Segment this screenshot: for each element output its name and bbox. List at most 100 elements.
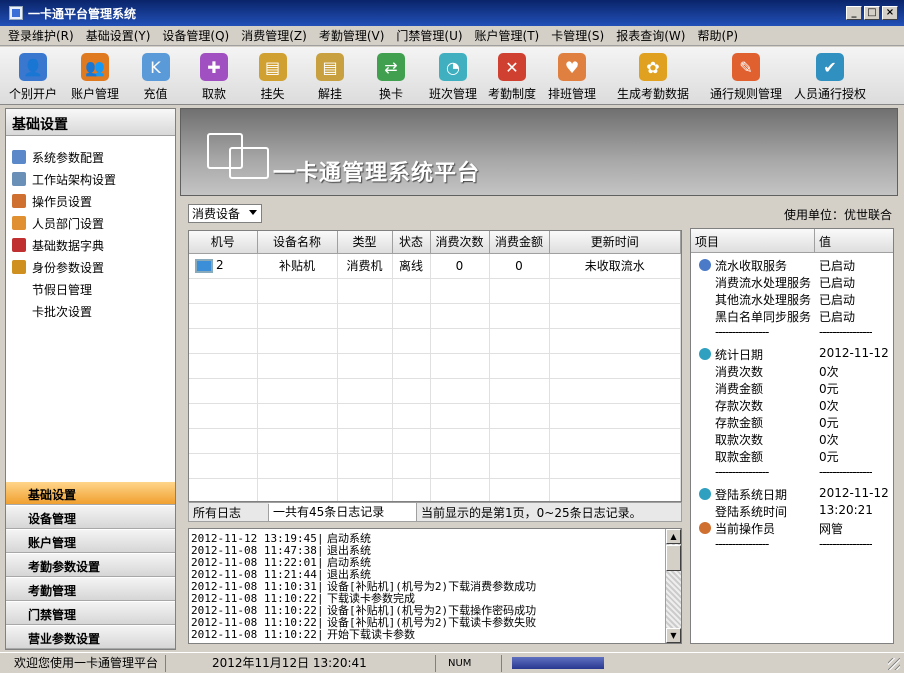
table-cell xyxy=(549,478,681,501)
system-params-icon xyxy=(12,150,26,164)
table-row[interactable]: 2 补贴机 消费机 离线 0 0 未收取流水 xyxy=(189,253,681,279)
toolbar-label: 解挂 xyxy=(317,87,342,101)
device-type-select[interactable]: 消费设备 xyxy=(188,204,262,223)
table-cell xyxy=(549,453,681,479)
toolbar-button-12[interactable]: ✔ 人员通行授权 xyxy=(790,47,870,105)
empty-row xyxy=(189,278,681,304)
sidebar-group-3[interactable]: 考勤参数设置 xyxy=(6,553,175,577)
sidebar-group-1[interactable]: 设备管理 xyxy=(6,505,175,529)
resize-grip-icon[interactable] xyxy=(888,658,900,670)
table-cell xyxy=(430,428,490,454)
sidebar-group-2[interactable]: 账户管理 xyxy=(6,529,175,553)
sidebar-item-7[interactable]: 卡批次设置 xyxy=(6,300,175,322)
status-row: 消费流水处理服务 已启动 xyxy=(691,274,893,291)
scroll-up-icon[interactable]: ▲ xyxy=(666,529,681,544)
table-cell xyxy=(430,378,490,404)
toolbar-button-0[interactable]: 👤 个别开户 xyxy=(4,47,62,105)
status-col-item[interactable]: 项目 xyxy=(691,229,815,252)
table-cell xyxy=(189,353,258,379)
maximize-button[interactable]: □ xyxy=(864,6,880,20)
sidebar-group-5[interactable]: 门禁管理 xyxy=(6,601,175,625)
scroll-thumb[interactable] xyxy=(666,545,681,571)
device-col-4[interactable]: 消费次数 xyxy=(430,231,490,254)
status-key: 存款次数 xyxy=(691,397,815,414)
sidebar-item-2[interactable]: 操作员设置 xyxy=(6,190,175,212)
toolbar-button-5[interactable]: ▤ 解挂 xyxy=(300,47,360,105)
banner-logo-icon-2 xyxy=(229,147,269,179)
menu-item-7[interactable]: 卡管理(S) xyxy=(551,27,604,44)
minimize-button[interactable]: _ xyxy=(846,6,862,20)
toolbar-button-9[interactable]: ♥ 排班管理 xyxy=(540,47,604,105)
menu-item-8[interactable]: 报表查询(W) xyxy=(616,27,685,44)
sidebar-item-3[interactable]: 人员部门设置 xyxy=(6,212,175,234)
table-cell xyxy=(337,453,393,479)
device-col-0[interactable]: 机号 xyxy=(189,231,258,254)
table-cell xyxy=(489,403,550,429)
toolbar-button-11[interactable]: ✎ 通行规则管理 xyxy=(702,47,790,105)
main-area: 一卡通管理系统平台 消费设备 使用单位：优世联合 机号 设备名称 类型 状态 消费次数消… xyxy=(180,108,898,650)
toolbar-button-3[interactable]: ✚ 取款 xyxy=(183,47,245,105)
menu-item-4[interactable]: 考勤管理(V) xyxy=(319,27,385,44)
menu-item-1[interactable]: 基础设置(Y) xyxy=(86,27,151,44)
sidebar-item-0[interactable]: 系统参数配置 xyxy=(6,146,175,168)
window-title: 一卡通平台管理系统 xyxy=(28,6,137,21)
table-cell xyxy=(549,353,681,379)
device-col-5[interactable]: 消费金额 xyxy=(489,231,550,254)
menu-item-2[interactable]: 设备管理(Q) xyxy=(162,27,229,44)
table-cell xyxy=(489,378,550,404)
toolbar-button-2[interactable]: K 充值 xyxy=(128,47,183,105)
status-value: 0元 xyxy=(819,450,839,464)
table-cell xyxy=(430,403,490,429)
menu-item-3[interactable]: 消费管理(Z) xyxy=(241,27,307,44)
table-cell xyxy=(489,353,550,379)
toolbar-button-6[interactable]: ⇄ 换卡 xyxy=(360,47,422,105)
toolbar-button-10[interactable]: ✿ 生成考勤数据 xyxy=(604,47,702,105)
menu-item-9[interactable]: 帮助(P) xyxy=(697,27,738,44)
empty-row xyxy=(189,303,681,329)
sidebar-group-4[interactable]: 考勤管理 xyxy=(6,577,175,601)
sidebar-item-5[interactable]: 身份参数设置 xyxy=(6,256,175,278)
device-table: 机号 设备名称 类型 状态 消费次数 消费金额 更新时间 2 补贴机 消费机 离线 0 0 未收取流水 xyxy=(188,230,682,502)
log-entry[interactable]: 2012-11-08 11:10:22 | 开始下载读卡参数 xyxy=(189,629,681,641)
empty-row xyxy=(189,378,681,404)
scroll-down-icon[interactable]: ▼ xyxy=(666,628,681,643)
close-button[interactable]: × xyxy=(882,6,898,20)
menu-item-5[interactable]: 门禁管理(U) xyxy=(396,27,462,44)
device-col-6[interactable]: 更新时间 xyxy=(549,231,681,254)
table-cell xyxy=(549,428,681,454)
menu-item-0[interactable]: 登录维护(R) xyxy=(8,27,74,44)
toolbar-label: 个别开户 xyxy=(8,87,57,101)
device-col-2[interactable]: 类型 xyxy=(337,231,393,254)
toolbar-button-7[interactable]: ◔ 班次管理 xyxy=(422,47,484,105)
operator-icon xyxy=(12,194,26,208)
toolbar-button-4[interactable]: ▤ 挂失 xyxy=(245,47,300,105)
department-icon xyxy=(12,216,26,230)
status-col-value[interactable]: 值 xyxy=(815,229,831,252)
table-cell xyxy=(337,278,393,304)
toolbar-button-1[interactable]: 👥 账户管理 xyxy=(62,47,128,105)
device-col-1[interactable]: 设备名称 xyxy=(257,231,338,254)
sidebar-item-1[interactable]: 工作站架构设置 xyxy=(6,168,175,190)
table-cell xyxy=(257,328,338,354)
sidebar-group-0[interactable]: 基础设置 xyxy=(6,481,175,505)
table-cell xyxy=(337,428,393,454)
pass-rule-icon: ✎ xyxy=(732,53,760,81)
workstation-icon xyxy=(12,172,26,186)
log-filter-label[interactable]: 所有日志 xyxy=(189,503,269,521)
sidebar-group-6[interactable]: 营业参数设置 xyxy=(6,625,175,649)
status-value: 已启动 xyxy=(819,259,856,273)
unit-label: 使用单位：优世联合 xyxy=(783,208,892,222)
menu-item-6[interactable]: 账户管理(T) xyxy=(475,27,540,44)
status-row: 当前操作员 网管 xyxy=(691,520,893,537)
table-cell xyxy=(392,278,431,304)
device-col-3[interactable]: 状态 xyxy=(392,231,431,254)
empty-row xyxy=(189,353,681,379)
progress-bar xyxy=(512,657,604,669)
toolbar-button-8[interactable]: ✕ 考勤制度 xyxy=(484,47,540,105)
sidebar-item-4[interactable]: 基础数据字典 xyxy=(6,234,175,256)
sidebar-item-label: 基础数据字典 xyxy=(32,238,105,253)
status-key-text: 登陆系统日期 xyxy=(715,488,788,502)
log-scrollbar[interactable]: ▲ ▼ xyxy=(665,529,681,643)
table-cell xyxy=(189,378,258,404)
sidebar-item-6[interactable]: 节假日管理 xyxy=(6,278,175,300)
